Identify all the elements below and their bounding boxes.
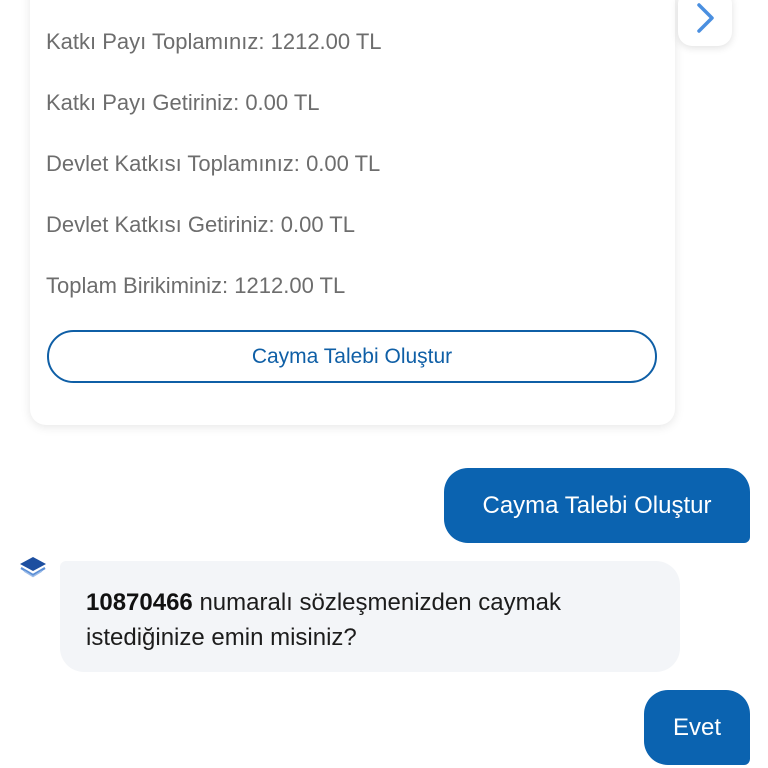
- state-contribution-return-label: Devlet Katkısı Getiriniz:: [46, 212, 275, 237]
- contribution-return-label: Katkı Payı Getiriniz:: [46, 90, 240, 115]
- user-message-text: Evet: [672, 713, 722, 741]
- state-contribution-total-label: Devlet Katkısı Toplamınız:: [46, 151, 300, 176]
- contribution-total-label: Katkı Payı Toplamınız:: [46, 29, 265, 54]
- contribution-total-line: Katkı Payı Toplamınız: 1212.00 TL: [46, 29, 382, 55]
- total-savings-line: Toplam Birikiminiz: 1212.00 TL: [46, 273, 345, 299]
- user-message-bubble: Evet: [644, 690, 750, 765]
- bot-message-bubble: 10870466 numaralı sözleşmenizden caymak …: [60, 561, 680, 672]
- state-contribution-return-line: Devlet Katkısı Getiriniz: 0.00 TL: [46, 212, 355, 238]
- user-message-text: Cayma Talebi Oluştur: [482, 491, 712, 519]
- total-savings-value: 1212.00 TL: [234, 273, 346, 298]
- total-savings-label: Toplam Birikiminiz:: [46, 273, 229, 298]
- state-contribution-total-line: Devlet Katkısı Toplamınız: 0.00 TL: [46, 151, 380, 177]
- contribution-return-line: Katkı Payı Getiriniz: 0.00 TL: [46, 90, 320, 116]
- contract-summary-card: Katkı Payı Toplamınız: 1212.00 TL Katkı …: [30, 0, 675, 425]
- layers-logo-icon: [20, 557, 46, 578]
- contract-number: 10870466: [86, 589, 193, 616]
- state-contribution-return-value: 0.00 TL: [280, 212, 355, 237]
- carousel-next-button[interactable]: [678, 0, 732, 46]
- user-message-bubble: Cayma Talebi Oluştur: [444, 468, 750, 543]
- state-contribution-total-value: 0.00 TL: [306, 151, 381, 176]
- contribution-total-value: 1212.00 TL: [270, 29, 382, 54]
- chat-screen: Katkı Payı Toplamınız: 1212.00 TL Katkı …: [0, 0, 768, 768]
- contribution-return-value: 0.00 TL: [245, 90, 320, 115]
- create-withdrawal-request-button[interactable]: Cayma Talebi Oluştur: [47, 330, 657, 383]
- chevron-right-icon: [697, 3, 714, 33]
